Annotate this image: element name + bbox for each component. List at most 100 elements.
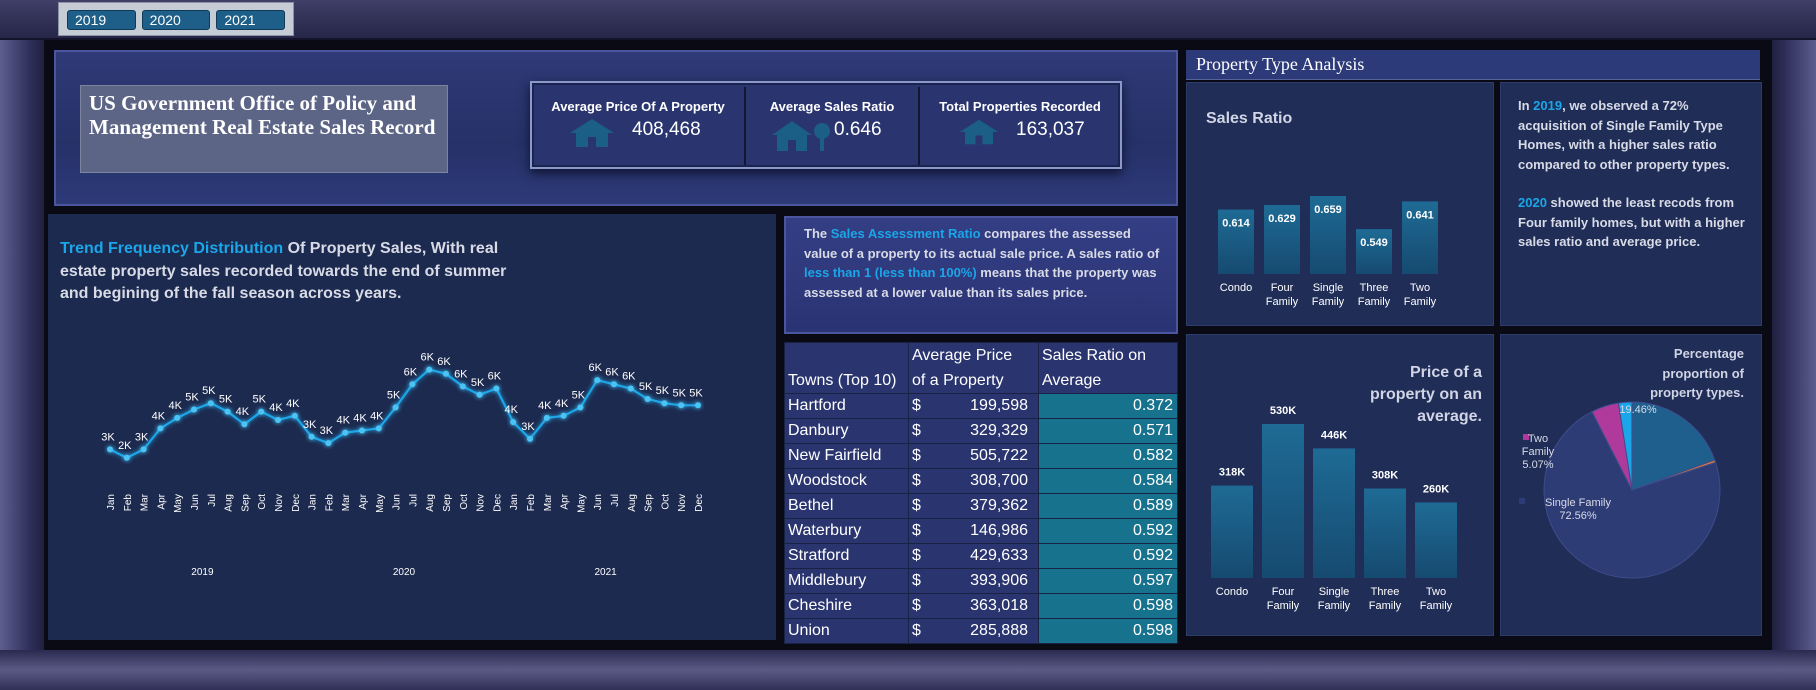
bar-data-label: 308K [1372,470,1398,482]
trend-point [459,383,466,390]
slicer-button-2021[interactable]: 2021 [216,10,286,30]
trend-point [493,385,500,392]
table-row: Danbury $329,329 0.571 [784,418,1178,444]
month-tick-label: Feb [324,494,335,512]
bar-category-label: Family [1312,296,1345,308]
bar-category-label: Family [1369,600,1402,612]
frame-left [0,40,44,650]
month-tick-label: Jun [392,494,403,510]
price-cell: $393,906 [908,568,1039,594]
price-value: 379,362 [970,497,1028,514]
town-cell: Stratford [784,543,909,569]
insight-paragraph-2020: 2020 showed the least recods from Four f… [1518,193,1746,252]
town-cell: Danbury [784,418,909,444]
pie-data-label: Family [1522,446,1555,458]
month-tick-label: Mar [140,493,151,511]
bar-category-label: Three [1371,586,1400,598]
kpi-label: Average Sales Ratio [769,99,895,114]
month-tick-label: Jun [190,494,201,510]
header-towns: Towns (Top 10) [784,342,909,394]
month-tick-label: Oct [459,494,470,510]
month-tick-label: Dec [694,494,705,512]
town-cell: Union [784,618,909,644]
bar-data-label: 530K [1270,405,1296,417]
table-row: Hartford $199,598 0.372 [784,393,1178,419]
bar-data-label: 260K [1423,483,1449,495]
trend-data-label: 6K [605,366,619,378]
pie-title-line: proportion of [1662,365,1744,381]
month-tick-label: Apr [358,493,369,509]
slicer-button-2020[interactable]: 2020 [141,10,211,30]
price-cell: $429,633 [908,543,1039,569]
trend-data-label: 5K [639,381,653,393]
month-tick-label: Oct [660,494,671,510]
trend-data-label: 3K [101,431,115,443]
month-tick-label: Sep [240,494,251,512]
trend-data-label: 5K [572,389,586,401]
header-sales-ratio-2: Average [1038,368,1178,394]
month-tick-label: Jan [308,494,319,510]
trend-point [174,414,181,421]
bar-category-label: Condo [1216,586,1248,598]
currency-symbol: $ [912,447,921,464]
price-value: 308,700 [970,472,1028,489]
trend-point [342,429,349,436]
price-cell: $285,888 [908,618,1039,644]
trend-data-label: 4K [538,400,552,412]
frame-bottom [0,650,1816,690]
price-value: 363,018 [970,597,1028,614]
trend-point [157,425,164,432]
month-tick-label: Jan [106,494,117,510]
bar-category-label: Family [1318,600,1351,612]
trend-point [527,435,533,442]
bar-category-label: Single [1319,586,1350,598]
pie-data-label: 19.46% [1619,404,1657,416]
trend-point [678,402,685,409]
bar-category-label: Two [1410,282,1430,294]
note-highlight: less than 1 (less than 100%) [804,265,977,280]
trend-point [594,377,601,384]
trend-point [258,408,265,415]
table-row: Bethel $379,362 0.589 [784,493,1178,519]
year-slicer: 2019 2020 2021 [58,2,294,36]
kpi-average-sales-ratio: Average Sales Ratio 0.646 [746,83,918,167]
dashboard-title: US Government Office of Policy and Manag… [89,91,436,139]
year-tick-label: 2021 [594,567,617,578]
slicer-button-2019[interactable]: 2019 [67,10,136,30]
trend-data-label: 4K [269,402,283,414]
trend-line-chart: 3K Jan 2K Feb 3K Mar 4K Apr 4K May 5K Jun 5K Jul 5K Aug… [101,352,705,578]
trend-point [392,404,399,411]
sales-ratio-note: The Sales Assessment Ratio compares the … [804,224,1164,302]
price-title-line: Price of a [1409,364,1482,381]
bar-data-label: 0.549 [1360,237,1388,249]
price-cell: $308,700 [908,468,1039,494]
insight-gap [1518,174,1746,193]
legend-marker [1519,498,1525,504]
trend-data-label: 3K [303,419,317,431]
trend-point [275,417,281,423]
trend-data-label: 6K [437,356,451,368]
ratio-cell: 0.597 [1038,568,1178,594]
table-row: Middlebury $393,906 0.597 [784,568,1178,594]
trend-point [140,446,147,453]
currency-symbol: $ [912,472,921,489]
ratio-cell: 0.372 [1038,393,1178,419]
month-tick-label: Jun [593,494,604,510]
price-bar-chart: 318K Condo 530K Four Family 446K Single Family 3… [1211,405,1457,612]
table-row: Cheshire $363,018 0.598 [784,593,1178,619]
month-tick-label: Dec [492,494,503,512]
month-tick-label: Jul [207,494,218,507]
month-tick-label: Nov [677,494,688,512]
trend-data-label: 4K [504,404,518,416]
price-value: 285,888 [970,622,1028,639]
trend-data-label: 5K [656,385,670,397]
insight-text-part: showed the least recods from Four family… [1518,195,1745,249]
trend-point [207,400,214,407]
trend-point [107,446,113,453]
bar [1262,424,1304,578]
trend-data-label: 4K [236,406,250,418]
town-cell: Hartford [784,393,909,419]
bar-category-label: Family [1358,296,1391,308]
kpi-label: Total Properties Recorded [939,99,1101,114]
sales-ratio-bar-chart: 0.614 Condo 0.629 Four Family 0.659 Single Fami… [1218,196,1438,308]
